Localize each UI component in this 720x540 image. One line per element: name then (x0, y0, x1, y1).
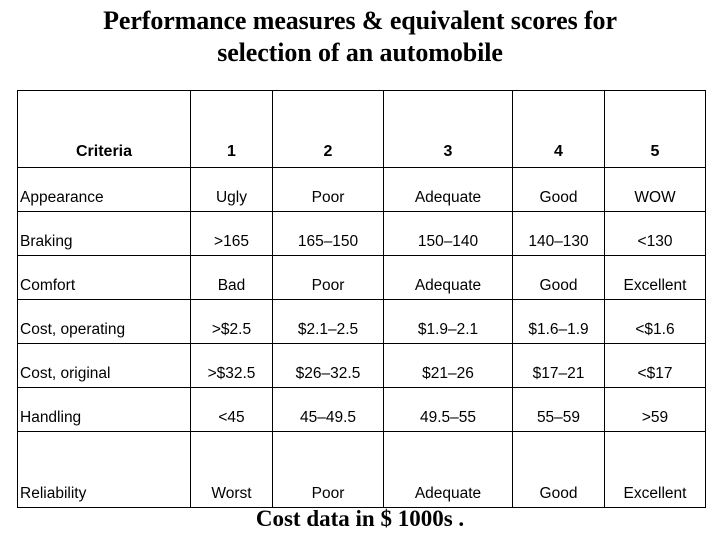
cell-comfort-1: Bad (190, 255, 273, 300)
cell-reliability-4: Good (512, 431, 605, 508)
row-label-cost-original: Cost, original (17, 343, 191, 388)
cell-handling-2: 45–49.5 (272, 387, 384, 432)
cell-cost-original-4: $17–21 (512, 343, 605, 388)
table-row: Cost, operating >$2.5 $2.1–2.5 $1.9–2.1 … (17, 299, 706, 344)
row-label-comfort: Comfort (17, 255, 191, 300)
column-header-score-3: 3 (383, 90, 513, 168)
cell-handling-4: 55–59 (512, 387, 605, 432)
cell-reliability-5: Excellent (604, 431, 706, 508)
cell-cost-original-1: >$32.5 (190, 343, 273, 388)
table-row: Comfort Bad Poor Adequate Good Excellent (17, 255, 706, 300)
table-row: Braking >165 165–150 150–140 140–130 <13… (17, 211, 706, 256)
cell-cost-original-3: $21–26 (383, 343, 513, 388)
cell-appearance-3: Adequate (383, 167, 513, 212)
cell-cost-operating-3: $1.9–2.1 (383, 299, 513, 344)
table-row: Handling <45 45–49.5 49.5–55 55–59 >59 (17, 387, 706, 432)
cell-cost-original-2: $26–32.5 (272, 343, 384, 388)
cell-braking-4: 140–130 (512, 211, 605, 256)
cell-reliability-3: Adequate (383, 431, 513, 508)
table-header: Criteria 1 2 3 4 5 (17, 90, 706, 168)
page-title-line-1: Performance measures & equivalent scores… (103, 6, 617, 35)
row-label-handling: Handling (17, 387, 191, 432)
row-label-appearance: Appearance (17, 167, 191, 212)
footer-caption: Cost data in $ 1000s . (255, 506, 465, 531)
cell-appearance-1: Ugly (190, 167, 273, 212)
cell-appearance-4: Good (512, 167, 605, 212)
column-header-criteria: Criteria (17, 90, 191, 168)
cell-cost-operating-4: $1.6–1.9 (512, 299, 605, 344)
cell-handling-3: 49.5–55 (383, 387, 513, 432)
cell-braking-2: 165–150 (272, 211, 384, 256)
cell-braking-3: 150–140 (383, 211, 513, 256)
cell-appearance-2: Poor (272, 167, 384, 212)
cell-comfort-3: Adequate (383, 255, 513, 300)
row-label-braking: Braking (17, 211, 191, 256)
cell-handling-1: <45 (190, 387, 273, 432)
cell-cost-operating-5: <$1.6 (604, 299, 706, 344)
column-header-score-2: 2 (272, 90, 384, 168)
cell-cost-operating-1: >$2.5 (190, 299, 273, 344)
row-label-cost-operating: Cost, operating (17, 299, 191, 344)
column-header-score-1: 1 (190, 90, 273, 168)
table-row: Cost, original >$32.5 $26–32.5 $21–26 $1… (17, 343, 706, 388)
page-title: Performance measures & equivalent scores… (0, 5, 720, 69)
cell-reliability-2: Poor (272, 431, 384, 508)
table-header-row: Criteria 1 2 3 4 5 (17, 90, 706, 168)
cell-braking-1: >165 (190, 211, 273, 256)
cell-comfort-4: Good (512, 255, 605, 300)
cell-cost-original-5: <$17 (604, 343, 706, 388)
cell-appearance-5: WOW (604, 167, 706, 212)
table-body: Appearance Ugly Poor Adequate Good WOW B… (17, 167, 706, 508)
column-header-score-5: 5 (604, 90, 706, 168)
cell-reliability-1: Worst (190, 431, 273, 508)
table-row: Appearance Ugly Poor Adequate Good WOW (17, 167, 706, 212)
page-title-line-2: selection of an automobile (217, 38, 503, 67)
row-label-reliability: Reliability (17, 431, 191, 508)
cell-handling-5: >59 (604, 387, 706, 432)
cell-braking-5: <130 (604, 211, 706, 256)
cell-comfort-5: Excellent (604, 255, 706, 300)
table-row: Reliability Worst Poor Adequate Good Exc… (17, 431, 706, 508)
performance-measures-table: Criteria 1 2 3 4 5 Appearance Ugly Poor … (17, 90, 706, 508)
column-header-score-4: 4 (512, 90, 605, 168)
cell-comfort-2: Poor (272, 255, 384, 300)
cell-cost-operating-2: $2.1–2.5 (272, 299, 384, 344)
